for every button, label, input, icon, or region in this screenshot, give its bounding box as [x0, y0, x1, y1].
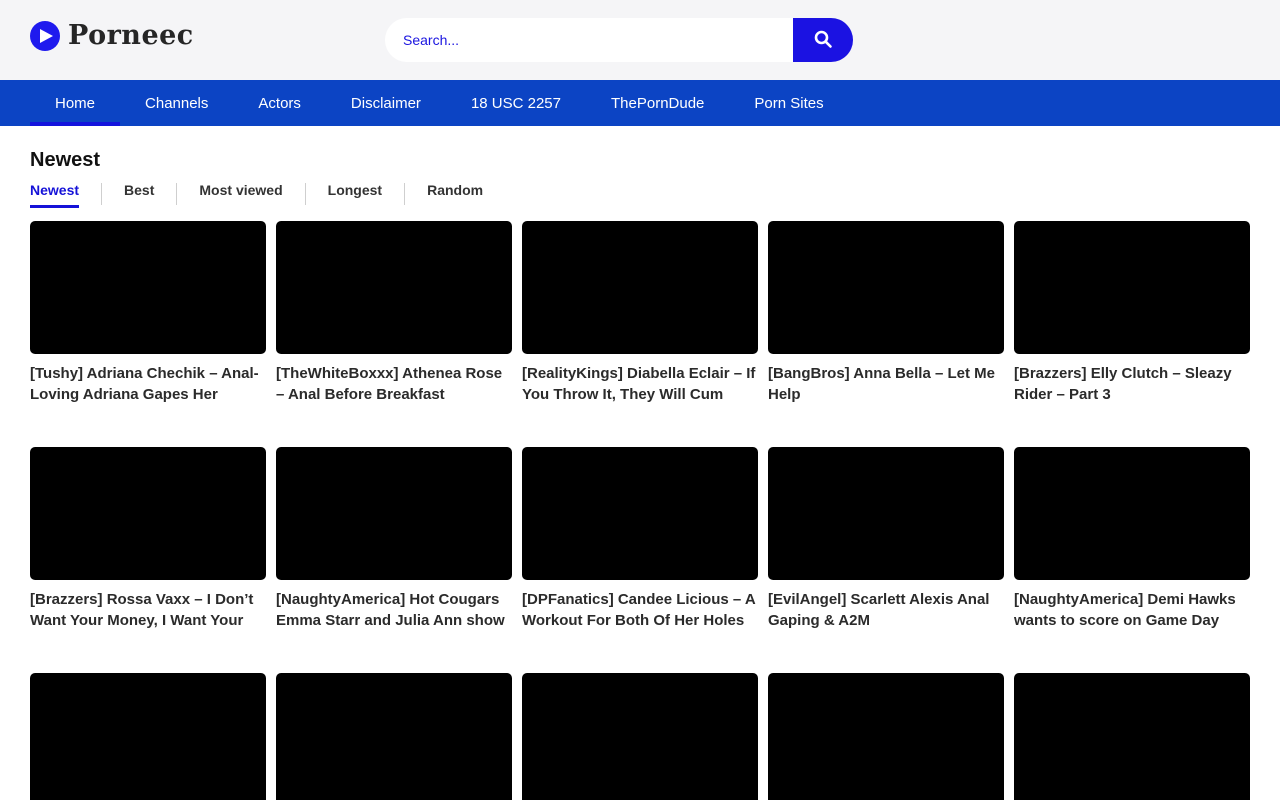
video-title[interactable]: [RealityKings] Diabella Eclair – If You … [522, 363, 758, 405]
video-thumbnail[interactable] [522, 221, 758, 354]
video-grid: [Tushy] Adriana Chechik – Anal-Loving Ad… [30, 221, 1250, 800]
video-card[interactable]: [NaughtyAmerica] Demi Hawks wants to sco… [1014, 447, 1250, 631]
video-card[interactable]: [TheWhiteBoxxx] Athenea Rose – Anal Befo… [276, 221, 512, 405]
video-title[interactable]: [TheWhiteBoxxx] Athenea Rose – Anal Befo… [276, 363, 512, 405]
search-icon [812, 28, 834, 53]
video-title[interactable]: [BangBros] Anna Bella – Let Me Help [768, 363, 1004, 405]
page-title: Newest [30, 149, 1250, 172]
video-card[interactable] [30, 673, 266, 800]
search-button[interactable] [793, 18, 853, 62]
site-name: Porneec [68, 20, 194, 51]
tab-best[interactable]: Best [101, 183, 176, 205]
video-card[interactable]: [NaughtyAmerica] Hot Cougars Emma Starr … [276, 447, 512, 631]
video-title[interactable]: [Tushy] Adriana Chechik – Anal-Loving Ad… [30, 363, 266, 405]
video-thumbnail[interactable] [30, 447, 266, 580]
video-card[interactable]: [DPFanatics] Candee Licious – A Workout … [522, 447, 758, 631]
play-icon [30, 21, 60, 51]
video-card[interactable] [522, 673, 758, 800]
video-title[interactable]: [NaughtyAmerica] Demi Hawks wants to sco… [1014, 589, 1250, 631]
video-thumbnail[interactable] [522, 447, 758, 580]
sort-tabs: Newest Best Most viewed Longest Random [30, 183, 1250, 208]
video-thumbnail[interactable] [768, 221, 1004, 354]
main-nav: Home Channels Actors Disclaimer 18 USC 2… [0, 80, 1280, 126]
video-thumbnail[interactable] [1014, 673, 1250, 800]
video-thumbnail[interactable] [768, 447, 1004, 580]
video-card[interactable]: [EvilAngel] Scarlett Alexis Anal Gaping … [768, 447, 1004, 631]
video-thumbnail[interactable] [276, 447, 512, 580]
search-input[interactable] [385, 18, 793, 62]
video-title[interactable]: [EvilAngel] Scarlett Alexis Anal Gaping … [768, 589, 1004, 631]
video-thumbnail[interactable] [276, 673, 512, 800]
nav-item-disclaimer[interactable]: Disclaimer [326, 80, 446, 126]
site-logo[interactable]: Porneec [30, 20, 194, 51]
video-title[interactable]: [Brazzers] Elly Clutch – Sleazy Rider – … [1014, 363, 1250, 405]
search-bar [385, 18, 853, 62]
nav-item-actors[interactable]: Actors [233, 80, 326, 126]
video-title[interactable]: [NaughtyAmerica] Hot Cougars Emma Starr … [276, 589, 512, 631]
nav-item-channels[interactable]: Channels [120, 80, 233, 126]
video-thumbnail[interactable] [768, 673, 1004, 800]
video-card[interactable]: [Tushy] Adriana Chechik – Anal-Loving Ad… [30, 221, 266, 405]
video-thumbnail[interactable] [30, 221, 266, 354]
tab-longest[interactable]: Longest [305, 183, 404, 205]
site-header: Porneec [0, 0, 1280, 80]
video-thumbnail[interactable] [1014, 221, 1250, 354]
video-card[interactable]: [Brazzers] Elly Clutch – Sleazy Rider – … [1014, 221, 1250, 405]
video-card[interactable]: [Brazzers] Rossa Vaxx – I Don’t Want You… [30, 447, 266, 631]
tab-newest[interactable]: Newest [30, 183, 101, 208]
video-card[interactable]: [BangBros] Anna Bella – Let Me Help [768, 221, 1004, 405]
main-content: Newest Newest Best Most viewed Longest R… [30, 149, 1250, 800]
video-thumbnail[interactable] [1014, 447, 1250, 580]
video-thumbnail[interactable] [276, 221, 512, 354]
tab-most-viewed[interactable]: Most viewed [176, 183, 304, 205]
nav-item-18usc2257[interactable]: 18 USC 2257 [446, 80, 586, 126]
video-thumbnail[interactable] [30, 673, 266, 800]
tab-random[interactable]: Random [404, 183, 505, 205]
video-card[interactable] [276, 673, 512, 800]
video-thumbnail[interactable] [522, 673, 758, 800]
video-card[interactable]: [RealityKings] Diabella Eclair – If You … [522, 221, 758, 405]
video-title[interactable]: [Brazzers] Rossa Vaxx – I Don’t Want You… [30, 589, 266, 631]
nav-item-home[interactable]: Home [30, 80, 120, 126]
nav-item-theporndude[interactable]: ThePornDude [586, 80, 729, 126]
video-title[interactable]: [DPFanatics] Candee Licious – A Workout … [522, 589, 758, 631]
nav-item-porn-sites[interactable]: Porn Sites [729, 80, 848, 126]
video-card[interactable] [1014, 673, 1250, 800]
video-card[interactable] [768, 673, 1004, 800]
